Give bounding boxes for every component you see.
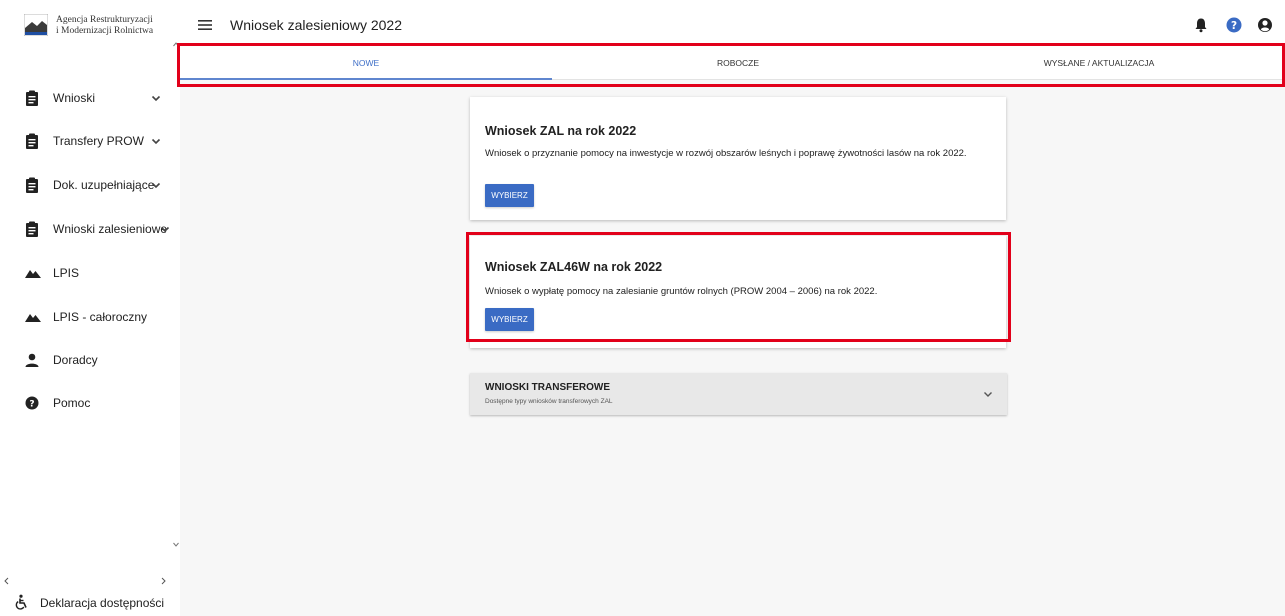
- help-circle-icon[interactable]: ?: [1226, 17, 1242, 33]
- sidebar-horizontal-scrollbar[interactable]: [0, 575, 180, 587]
- sidebar-item-label: Pomoc: [53, 396, 91, 410]
- chevron-down-icon: [984, 392, 992, 397]
- account-icon[interactable]: [1257, 17, 1273, 33]
- help-icon: ?: [25, 396, 39, 410]
- panel-title: WNIOSKI TRANSFEROWE: [485, 382, 610, 393]
- sidebar-item-wnioski-zalesieniowe[interactable]: Wnioski zalesieniowe: [0, 213, 172, 245]
- logo[interactable]: Agencja Restrukturyzacji i Modernizacji …: [24, 14, 174, 40]
- chevron-down-icon: [151, 95, 161, 102]
- tab-label: WYSŁANE / AKTUALIZACJA: [1043, 58, 1155, 68]
- card-description: Wniosek o wypłatę pomocy na zalesianie g…: [485, 286, 878, 297]
- sidebar-item-label: Doradcy: [53, 353, 98, 367]
- chevron-down-icon: [151, 138, 161, 145]
- chevron-down-icon: [151, 182, 161, 189]
- sidebar-item-dok-uzupelniajace[interactable]: Dok. uzupełniające: [0, 169, 172, 201]
- sidebar-item-doradcy[interactable]: Doradcy: [0, 344, 172, 376]
- tab-bar: NOWE ROBOCZE WYSŁANE / AKTUALIZACJA: [180, 47, 1285, 80]
- page-title: Wniosek zalesieniowy 2022: [230, 17, 402, 33]
- sidebar-item-lpis-caloroczny[interactable]: LPIS - całoroczny: [0, 301, 172, 333]
- svg-text:?: ?: [29, 400, 34, 410]
- app-header: Wniosek zalesieniowy 2022 ?: [180, 3, 1285, 47]
- sidebar-item-wnioski[interactable]: Wnioski: [0, 82, 172, 114]
- transfer-applications-panel[interactable]: WNIOSKI TRANSFEROWE Dostępne typy wniosk…: [470, 373, 1007, 415]
- accessibility-label: Deklaracja dostępności: [40, 596, 165, 610]
- terrain-icon: [25, 270, 41, 278]
- clipboard-icon: [26, 90, 38, 106]
- sidebar-item-label: Transfery PROW: [53, 134, 144, 148]
- bell-icon[interactable]: [1193, 17, 1209, 33]
- tab-wyslane-aktualizacja[interactable]: WYSŁANE / AKTUALIZACJA: [913, 47, 1285, 79]
- sidebar-item-label: LPIS - całoroczny: [53, 310, 148, 324]
- select-button[interactable]: WYBIERZ: [485, 308, 534, 331]
- tab-label: ROBOCZE: [716, 58, 760, 68]
- tab-robocze[interactable]: ROBOCZE: [552, 47, 924, 79]
- card-title: Wniosek ZAL46W na rok 2022: [485, 260, 663, 274]
- sidebar: Agencja Restrukturyzacji i Modernizacji …: [0, 0, 180, 616]
- hamburger-menu-icon[interactable]: [198, 19, 212, 31]
- card-title: Wniosek ZAL na rok 2022: [485, 124, 637, 138]
- person-icon: [25, 353, 39, 367]
- clipboard-icon: [26, 177, 38, 193]
- terrain-icon: [25, 314, 41, 322]
- panel-subtitle: Dostępne typy wniosków transferowych ZAL: [485, 398, 613, 405]
- sidebar-item-label: LPIS: [53, 266, 80, 280]
- logo-text-line1: Agencja Restrukturyzacji: [56, 15, 153, 25]
- application-card-zal: Wniosek ZAL na rok 2022 Wniosek o przyzn…: [470, 97, 1006, 220]
- sidebar-item-label: Wnioski: [53, 91, 96, 105]
- sidebar-vertical-scrollbar[interactable]: [172, 40, 180, 575]
- sidebar-item-label: Wnioski zalesieniowe: [53, 222, 168, 236]
- accessibility-icon: [15, 594, 27, 610]
- logo-text-line2: i Modernizacji Rolnictwa: [56, 25, 154, 36]
- tab-label: NOWE: [352, 58, 380, 68]
- application-card-zal46w: Wniosek ZAL46W na rok 2022 Wniosek o wyp…: [470, 236, 1006, 348]
- clipboard-icon: [26, 221, 38, 237]
- chevron-down-icon: [160, 226, 170, 233]
- sidebar-item-lpis[interactable]: LPIS: [0, 257, 172, 289]
- sidebar-item-transfery-prow[interactable]: Transfery PROW: [0, 125, 172, 157]
- accessibility-declaration-link[interactable]: Deklaracja dostępności: [0, 588, 180, 616]
- logo-text: Agencja Restrukturyzacji i Modernizacji …: [56, 15, 153, 36]
- clipboard-icon: [26, 133, 38, 149]
- select-button[interactable]: WYBIERZ: [485, 184, 534, 207]
- sidebar-item-pomoc[interactable]: ? Pomoc: [0, 387, 172, 419]
- active-tab-indicator: [180, 78, 552, 80]
- svg-text:?: ?: [1231, 20, 1237, 32]
- tab-nowe[interactable]: NOWE: [180, 47, 552, 80]
- sidebar-item-label: Dok. uzupełniające: [53, 178, 155, 192]
- arimr-logo-icon: [24, 14, 48, 36]
- card-description: Wniosek o przyznanie pomocy na inwestycj…: [485, 148, 967, 159]
